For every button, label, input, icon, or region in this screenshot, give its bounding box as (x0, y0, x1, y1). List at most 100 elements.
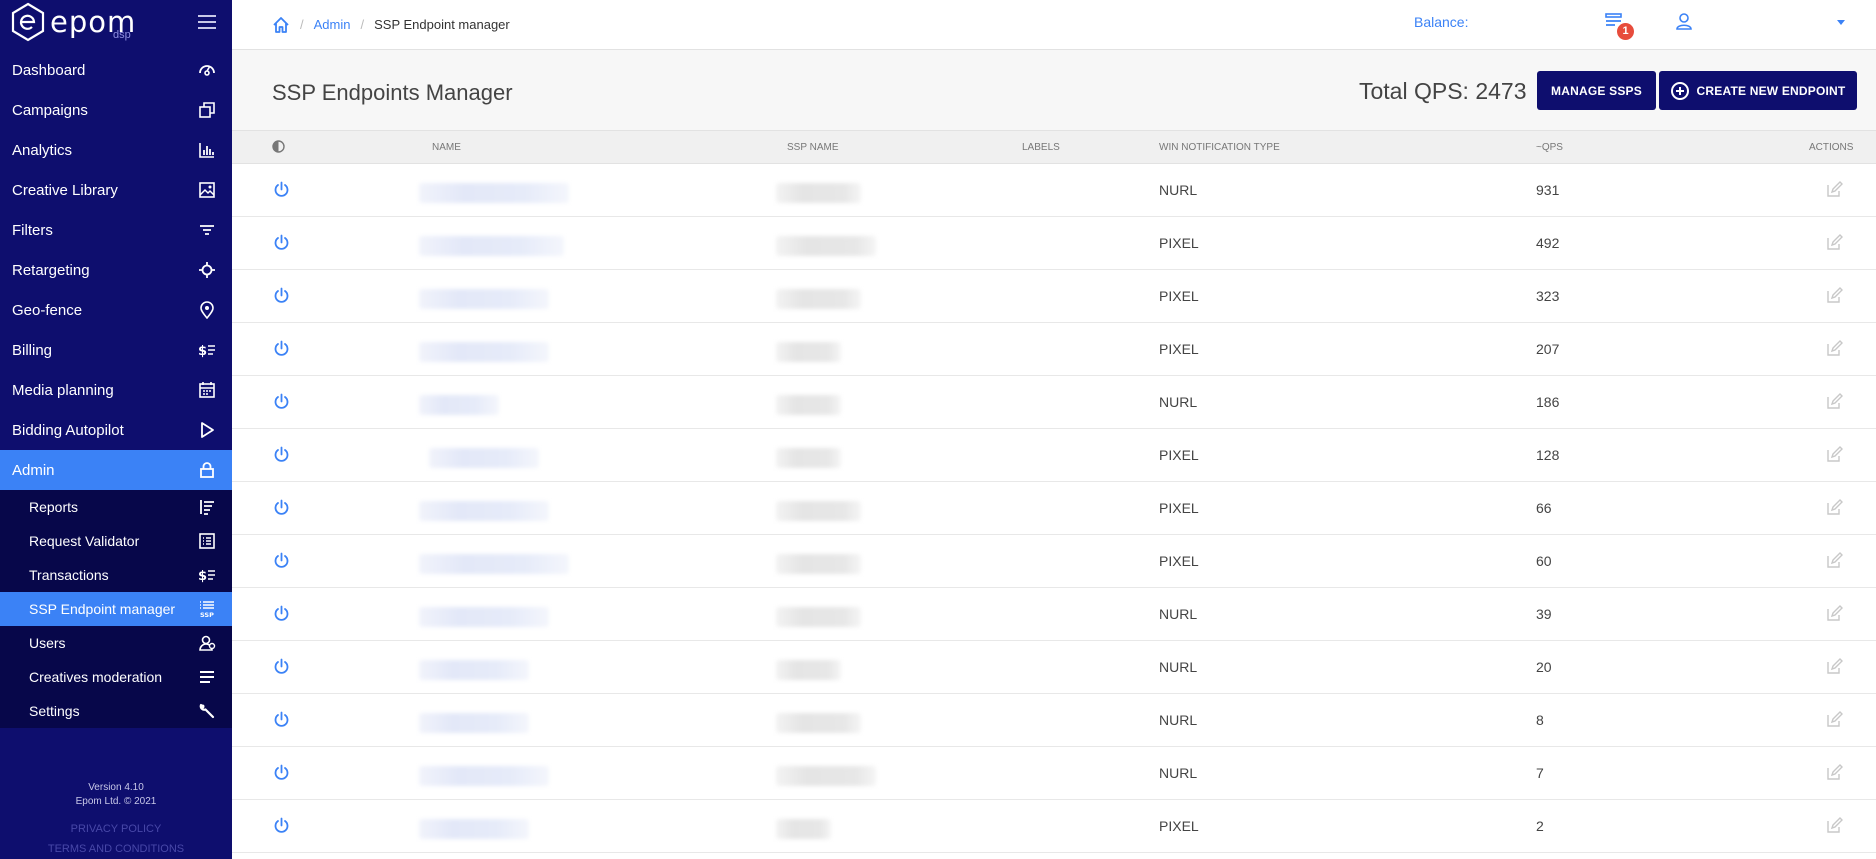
power-toggle-icon[interactable] (273, 340, 290, 357)
power-toggle-icon[interactable] (273, 287, 290, 304)
endpoint-name-redacted[interactable] (419, 819, 529, 839)
edit-icon[interactable] (1826, 340, 1843, 357)
power-toggle-icon[interactable] (273, 499, 290, 516)
endpoint-name-redacted[interactable] (419, 766, 549, 786)
subnav-label: Transactions (29, 567, 109, 583)
ssp-name-redacted (776, 713, 861, 733)
endpoint-name-redacted[interactable] (419, 236, 564, 256)
ssp-name-redacted (776, 289, 861, 309)
ssp-name-redacted (776, 501, 861, 521)
plus-circle-icon (1670, 81, 1689, 100)
edit-icon[interactable] (1826, 446, 1843, 463)
logo-row: epom dsp (0, 0, 232, 44)
ssp-name-redacted (776, 342, 841, 362)
subnav-label: Users (29, 635, 66, 651)
qps-cell: 186 (1536, 394, 1560, 410)
endpoint-name-redacted[interactable] (419, 501, 549, 521)
endpoint-name-redacted[interactable] (419, 342, 549, 362)
qps-cell: 8 (1536, 712, 1544, 728)
power-toggle-icon[interactable] (273, 711, 290, 728)
column-header-name[interactable]: NAME (432, 142, 461, 153)
hamburger-menu-icon[interactable] (198, 15, 216, 29)
user-icon[interactable] (1675, 12, 1693, 30)
total-qps: Total QPS: 2473 (1359, 78, 1527, 104)
manage-ssps-button[interactable]: MANAGE SSPS (1537, 71, 1656, 110)
nav-label: Filters (12, 221, 53, 239)
nav-label: Bidding Autopilot (12, 421, 124, 439)
version-text: Version 4.10 (88, 782, 144, 793)
nav-label: Media planning (12, 381, 114, 399)
breadcrumb-separator: / (300, 17, 304, 32)
power-toggle-icon[interactable] (273, 658, 290, 675)
edit-icon[interactable] (1826, 658, 1843, 675)
power-toggle-icon[interactable] (273, 605, 290, 622)
win-notification-type-cell: PIXEL (1159, 341, 1199, 357)
edit-icon[interactable] (1826, 234, 1843, 251)
table-header: NAME SSP NAME LABELS WIN NOTIFICATION TY… (232, 130, 1876, 164)
edit-icon[interactable] (1826, 817, 1843, 834)
ssp-name-redacted (776, 236, 876, 256)
edit-icon[interactable] (1826, 393, 1843, 410)
table-row: PIXEL 66 (232, 482, 1876, 535)
table-row: PIXEL 207 (232, 323, 1876, 376)
sidebar: epom dsp Dashboard Campaigns Analytics C… (0, 0, 232, 859)
table-row: NURL 7 (232, 747, 1876, 800)
table-row: NURL 20 (232, 641, 1876, 694)
power-toggle-icon[interactable] (273, 764, 290, 781)
breadcrumb-separator: / (360, 17, 365, 32)
endpoint-name-redacted[interactable] (419, 713, 529, 733)
power-toggle-icon[interactable] (273, 234, 290, 251)
edit-icon[interactable] (1826, 287, 1843, 304)
notifications-button[interactable]: 1 (1605, 12, 1634, 40)
column-header-win-notification-type[interactable]: WIN NOTIFICATION TYPE (1159, 142, 1280, 153)
qps-cell: 931 (1536, 182, 1560, 198)
nav-label: Creative Library (12, 181, 118, 199)
ssp-name-redacted (776, 660, 841, 680)
table-row: PIXEL 128 (232, 429, 1876, 482)
copyright-text: Epom Ltd. © 2021 (75, 796, 157, 807)
column-header-qps[interactable]: ~QPS (1536, 142, 1563, 153)
table-row: PIXEL 492 (232, 217, 1876, 270)
power-toggle-icon[interactable] (273, 393, 290, 410)
user-menu-chevron-down-icon[interactable] (1837, 20, 1845, 25)
edit-icon[interactable] (1826, 552, 1843, 569)
ssp-name-redacted (776, 819, 831, 839)
win-notification-type-cell: NURL (1159, 606, 1198, 622)
epom-logo[interactable]: epom dsp (10, 2, 136, 42)
column-header-labels: LABELS (1022, 142, 1060, 153)
power-toggle-icon[interactable] (273, 552, 290, 569)
edit-icon[interactable] (1826, 711, 1843, 728)
column-header-ssp-name[interactable]: SSP NAME (787, 142, 839, 153)
edit-icon[interactable] (1826, 605, 1843, 622)
endpoint-name-redacted[interactable] (419, 183, 569, 203)
edit-icon[interactable] (1826, 499, 1843, 516)
home-icon[interactable] (272, 16, 290, 34)
win-notification-type-cell: NURL (1159, 712, 1198, 728)
power-toggle-icon[interactable] (273, 817, 290, 834)
endpoint-name-redacted[interactable] (429, 448, 539, 468)
win-notification-type-cell: PIXEL (1159, 235, 1199, 251)
qps-cell: 7 (1536, 765, 1544, 781)
terms-link[interactable]: TERMS AND CONDITIONS (0, 839, 232, 859)
privacy-policy-link[interactable]: PRIVACY POLICY (0, 819, 232, 839)
win-notification-type-cell: PIXEL (1159, 818, 1199, 834)
power-toggle-icon[interactable] (273, 446, 290, 463)
balance-label: Balance: (1414, 14, 1469, 30)
endpoint-name-redacted[interactable] (419, 607, 549, 627)
endpoint-name-redacted[interactable] (419, 554, 569, 574)
topbar: / Admin / SSP Endpoint manager Balance: … (232, 0, 1876, 50)
endpoint-name-redacted[interactable] (419, 660, 529, 680)
endpoint-name-redacted[interactable] (419, 289, 549, 309)
nav-label: Billing (12, 341, 53, 359)
edit-icon[interactable] (1826, 764, 1843, 781)
subnav-label: Settings (29, 703, 80, 719)
edit-icon[interactable] (1826, 181, 1843, 198)
power-toggle-icon[interactable] (273, 181, 290, 198)
breadcrumb-admin[interactable]: Admin (314, 17, 351, 32)
nav-label: Campaigns (12, 101, 88, 119)
endpoint-name-redacted[interactable] (419, 395, 499, 415)
ssp-name-redacted (776, 554, 861, 574)
table-body: NURL 931 PIXEL 492 PIXEL 323 PIXEL 207 N… (232, 164, 1876, 853)
table-row: PIXEL 323 (232, 270, 1876, 323)
create-new-endpoint-button[interactable]: CREATE NEW ENDPOINT (1659, 71, 1857, 110)
